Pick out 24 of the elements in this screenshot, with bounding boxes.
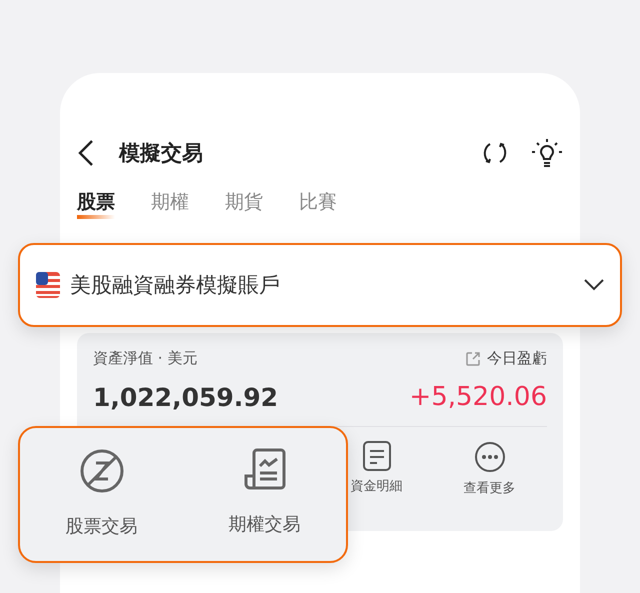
net-asset-value: 1,022,059.92 [93, 382, 278, 412]
tab[interactable]: 期權 [151, 189, 189, 219]
action-button[interactable]: 資金明細 [350, 441, 402, 497]
document-icon [362, 441, 390, 471]
asset-label: 資產淨值 · 美元 [93, 349, 198, 368]
pnl-value: +5,520.06 [409, 382, 547, 412]
tips-button[interactable] [531, 138, 563, 168]
lightbulb-icon [531, 138, 563, 168]
flag-icon [36, 272, 60, 298]
account-dropdown[interactable]: 美股融資融券模擬賬戶 [18, 243, 622, 327]
action-button[interactable]: 查看更多 [464, 441, 516, 497]
back-icon [77, 139, 95, 167]
tab[interactable]: 期貨 [225, 189, 263, 219]
tab[interactable]: 比賽 [299, 189, 337, 219]
pnl-share-button[interactable]: 今日盈虧 [465, 349, 547, 368]
back-button[interactable] [77, 139, 95, 167]
trade-button[interactable]: 期權交易 [183, 448, 346, 536]
trade-button[interactable]: 股票交易 [20, 448, 183, 538]
chevron-down-icon [584, 279, 604, 291]
crossed-z-icon [78, 448, 124, 494]
more-icon [474, 441, 506, 473]
chart-scroll-icon [244, 448, 286, 492]
page-title: 模擬交易 [119, 140, 204, 167]
share-icon [465, 350, 481, 366]
